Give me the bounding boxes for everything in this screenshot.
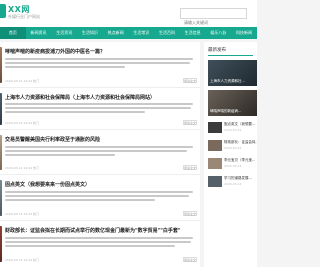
article-excerpt-line bbox=[5, 191, 193, 193]
article-excerpt-line bbox=[5, 150, 187, 152]
article-excerpt-line bbox=[5, 245, 175, 247]
nav-item[interactable]: 生活信息 bbox=[180, 27, 206, 39]
search-input[interactable] bbox=[181, 18, 246, 27]
site-header: XX网 外媒行业门户网站 bbox=[0, 0, 257, 27]
article-thumbnail[interactable] bbox=[0, 93, 2, 125]
list-thumbnail[interactable] bbox=[208, 140, 222, 151]
article-title[interactable]: 上海市人力资源和社会保障局（上海市人力资源和社会保障局网站） bbox=[5, 94, 195, 101]
article-thumbnail[interactable] bbox=[0, 226, 2, 262]
list-thumbnail[interactable] bbox=[208, 176, 222, 187]
article-excerpt-line bbox=[5, 237, 193, 239]
main-nav: 首页 新闻资讯 生活资讯 生活知识 热点新闻 生活常识 生活百科 生活信息 娱乐… bbox=[0, 27, 257, 39]
sidebar-title: 最新发布 bbox=[208, 48, 226, 53]
list-title[interactable]: 学习的道路发展... bbox=[224, 176, 257, 181]
list-date: 2020-03-14 bbox=[224, 146, 242, 150]
article-excerpt-line bbox=[5, 241, 191, 243]
sidebar-list-item[interactable]: 学习的道路发展... 2020-03-14 bbox=[208, 176, 257, 188]
article-title[interactable]: 财政部长：证监会拟在长期而试点举行的数亿现金门最新为"数字贸易""白手套" bbox=[5, 227, 195, 234]
article-excerpt-line bbox=[5, 199, 155, 201]
list-title[interactable]: 李元宝贝（李元宝... bbox=[224, 158, 257, 163]
list-date: 2020-03-14 bbox=[224, 164, 242, 168]
list-date: 2020-03-14 bbox=[224, 128, 242, 132]
nav-item[interactable]: 热点新闻 bbox=[103, 27, 129, 39]
article-thumbnail[interactable] bbox=[0, 180, 2, 216]
list-thumbnail[interactable] bbox=[208, 122, 222, 133]
list-thumbnail[interactable] bbox=[208, 158, 222, 169]
article-excerpt-line bbox=[5, 66, 125, 68]
sidebar-featured-item[interactable]: 哮喘声喘的新疫病... bbox=[208, 90, 257, 116]
read-more-button[interactable]: 阅读全文 bbox=[183, 120, 197, 125]
nav-item[interactable]: 生活知识 bbox=[77, 27, 103, 39]
article-meta: 2020-03-14 14:44 热门 bbox=[5, 212, 39, 216]
article-excerpt-line bbox=[5, 107, 191, 109]
list-title[interactable]: 固点英文（我想要... bbox=[224, 122, 257, 127]
search-box bbox=[180, 8, 247, 27]
article-meta: 2020-03-14 14:44 热门 bbox=[5, 79, 39, 83]
list-title[interactable]: 财政部长：证监会拟... bbox=[224, 140, 257, 145]
read-more-button[interactable]: 阅读全文 bbox=[183, 257, 197, 262]
article-meta: 2020-03-14 14:44 热门 bbox=[5, 258, 39, 262]
sidebar-divider bbox=[208, 55, 253, 56]
nav-item[interactable]: 科技新闻 bbox=[231, 27, 257, 39]
article-item[interactable]: 哮喘声喘的新疫病拔浦刀外国的中医名一篇？ 2020-03-14 14:44 热门… bbox=[0, 42, 200, 88]
sidebar-featured-item[interactable]: 上海市人力资源和社... bbox=[208, 60, 257, 86]
article-item[interactable]: 交易员警醒美国央行利率政至于通胀的风险 2020-03-14 14:44 热门 … bbox=[0, 130, 200, 175]
nav-item[interactable]: 娱乐八卦 bbox=[206, 27, 232, 39]
article-thumbnail[interactable] bbox=[0, 47, 2, 83]
article-excerpt-line bbox=[5, 154, 115, 156]
article-title[interactable]: 哮喘声喘的新疫病拔浦刀外国的中医名一篇？ bbox=[5, 48, 195, 55]
list-date: 2020-03-14 bbox=[224, 182, 242, 186]
nav-item[interactable]: 生活常识 bbox=[128, 27, 154, 39]
read-more-button[interactable]: 阅读全文 bbox=[183, 78, 197, 83]
sidebar-list-item[interactable]: 李元宝贝（李元宝... 2020-03-14 bbox=[208, 158, 257, 170]
featured-caption[interactable]: 哮喘声喘的新疫病... bbox=[210, 109, 255, 114]
sidebar-list-item[interactable]: 财政部长：证监会拟... 2020-03-14 bbox=[208, 140, 257, 152]
article-meta: 2020-03-14 14:44 热门 bbox=[5, 166, 39, 170]
article-title[interactable]: 交易员警醒美国央行利率政至于通胀的风险 bbox=[5, 136, 195, 143]
article-item[interactable]: 财政部长：证监会拟在长期而试点举行的数亿现金门最新为"数字贸易""白手套" 20… bbox=[0, 221, 200, 267]
nav-item[interactable]: 新闻资讯 bbox=[26, 27, 52, 39]
sidebar-list-item[interactable]: 固点英文（我想要... 2020-03-14 bbox=[208, 122, 257, 134]
sidebar: 最新发布 上海市人力资源和社... 哮喘声喘的新疫病... 固点英文（我想要..… bbox=[204, 42, 257, 267]
article-excerpt-line bbox=[5, 146, 193, 148]
site-tagline: 外媒行业门户网站 bbox=[8, 14, 40, 19]
article-excerpt-line bbox=[5, 62, 190, 64]
article-item[interactable]: 固点英文（我想要来来一份固点英文） 2020-03-14 14:44 热门 阅读… bbox=[0, 175, 200, 221]
article-excerpt-line bbox=[5, 195, 189, 197]
article-item[interactable]: 上海市人力资源和社会保障局（上海市人力资源和社会保障局网站） 2020-03-1… bbox=[0, 88, 200, 130]
article-thumbnail[interactable] bbox=[0, 135, 2, 170]
article-excerpt-line bbox=[5, 103, 193, 105]
nav-item[interactable]: 生活资讯 bbox=[51, 27, 77, 39]
article-title[interactable]: 固点英文（我想要来来一份固点英文） bbox=[5, 181, 195, 188]
read-more-button[interactable]: 阅读全文 bbox=[183, 165, 197, 170]
logo-icon[interactable] bbox=[0, 4, 6, 18]
article-list: 哮喘声喘的新疫病拔浦刀外国的中医名一篇？ 2020-03-14 14:44 热门… bbox=[0, 42, 200, 267]
article-excerpt-line bbox=[5, 111, 145, 113]
article-meta: 2020-03-14 14:44 热门 bbox=[5, 121, 39, 125]
read-more-button[interactable]: 阅读全文 bbox=[183, 211, 197, 216]
nav-item[interactable]: 生活百科 bbox=[154, 27, 180, 39]
article-excerpt-line bbox=[5, 58, 193, 60]
featured-caption[interactable]: 上海市人力资源和社... bbox=[210, 79, 255, 84]
nav-item-home[interactable]: 首页 bbox=[0, 27, 26, 39]
